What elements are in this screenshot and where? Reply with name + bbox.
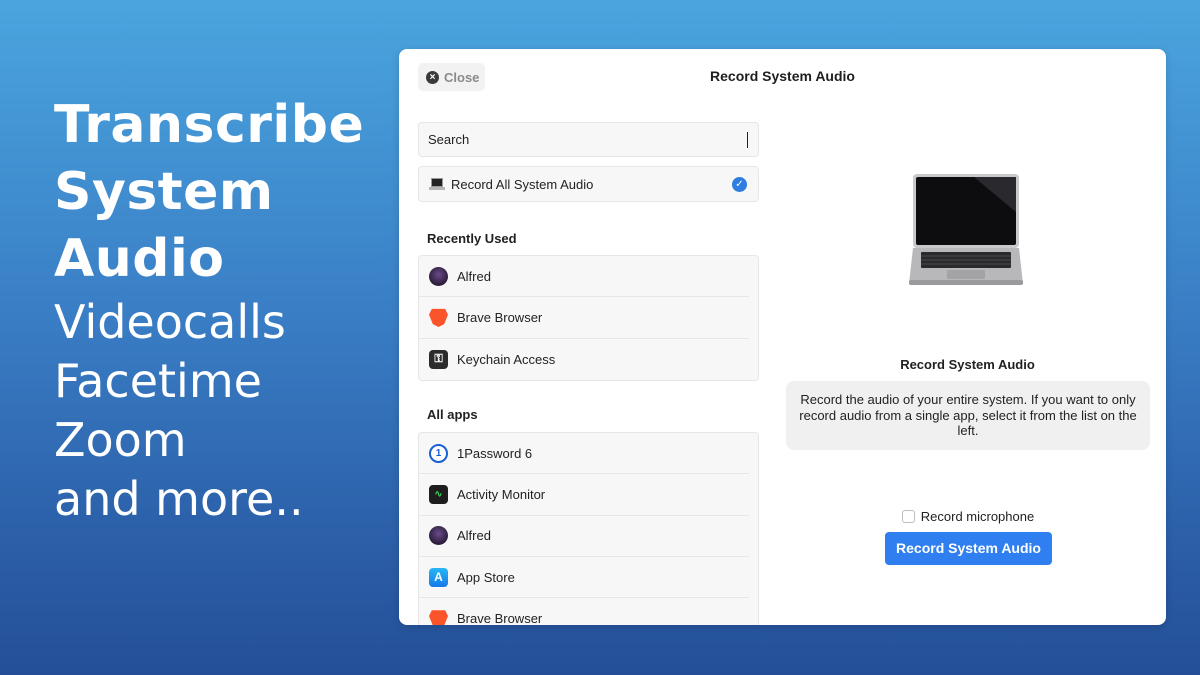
list-item-label: Activity Monitor: [457, 486, 546, 502]
list-item-alfred[interactable]: Alfred: [419, 256, 749, 298]
list-item-label: Alfred: [457, 268, 491, 284]
list-item-activity-monitor[interactable]: ∿ Activity Monitor: [419, 474, 749, 516]
window-title: Record System Audio: [710, 68, 855, 84]
keychain-icon: ⚿: [429, 349, 448, 369]
detail-description: Record the audio of your entire system. …: [786, 381, 1150, 450]
alfred-icon: [429, 266, 448, 286]
list-item-label: 1Password 6: [457, 445, 533, 461]
brave-icon: [429, 308, 448, 327]
laptop-icon: [429, 178, 445, 190]
detail-title: Record System Audio: [900, 357, 1035, 372]
checkmark-icon: ✓: [732, 177, 747, 192]
promo-heading-line: Audio: [54, 229, 225, 289]
list-item-alfred[interactable]: Alfred: [419, 516, 749, 557]
list-item-brave-browser[interactable]: Brave Browser: [419, 297, 749, 339]
1password-icon: 1: [429, 443, 448, 463]
list-item-label: Keychain Access: [457, 351, 556, 367]
activity-monitor-icon: ∿: [429, 484, 448, 504]
alfred-icon: [429, 526, 448, 546]
record-all-system-audio-option[interactable]: Record All System Audio ✓: [418, 166, 759, 202]
recently-used-list: Alfred Brave Browser ⚿ Keychain Access: [418, 255, 759, 381]
list-item-label: Brave Browser: [457, 611, 543, 625]
list-item-1password[interactable]: 1 1Password 6: [419, 433, 749, 475]
list-item-label: Brave Browser: [457, 309, 543, 325]
promo-heading-line: Transcribe: [54, 95, 365, 155]
microphone-label: Record microphone: [920, 509, 1035, 524]
promo-subline: Zoom: [54, 413, 187, 467]
list-item-label: Alfred: [457, 528, 491, 544]
promo-subline: Facetime: [54, 354, 262, 408]
record-system-audio-button[interactable]: Record System Audio: [885, 532, 1052, 565]
record-microphone-toggle[interactable]: Record microphone: [786, 509, 1150, 524]
list-item-label: App Store: [457, 569, 515, 585]
all-apps-list: 1 1Password 6 ∿ Activity Monitor Alfred …: [418, 432, 759, 625]
record-window: × Close Record System Audio Search Recor…: [399, 49, 1166, 625]
record-all-label: Record All System Audio: [451, 176, 594, 192]
promo-heading-line: System: [54, 162, 274, 222]
all-apps-heading: All apps: [427, 407, 478, 422]
list-item-keychain-access[interactable]: ⚿ Keychain Access: [419, 339, 749, 380]
promo-text: Transcribe System Audio Videocalls Facet…: [54, 92, 384, 529]
recently-used-heading: Recently Used: [427, 231, 517, 246]
promo-subline: and more..: [54, 472, 304, 526]
list-item-app-store[interactable]: A App Store: [419, 557, 749, 599]
app-store-icon: A: [429, 567, 448, 587]
search-placeholder: Search: [428, 132, 470, 147]
promo-subline: Videocalls: [54, 295, 286, 349]
brave-icon: [429, 610, 448, 625]
laptop-icon: [909, 174, 1023, 285]
text-caret: [747, 132, 748, 148]
microphone-checkbox[interactable]: [901, 510, 915, 523]
search-input[interactable]: Search: [418, 122, 759, 157]
list-item-brave-browser[interactable]: Brave Browser: [419, 598, 749, 625]
